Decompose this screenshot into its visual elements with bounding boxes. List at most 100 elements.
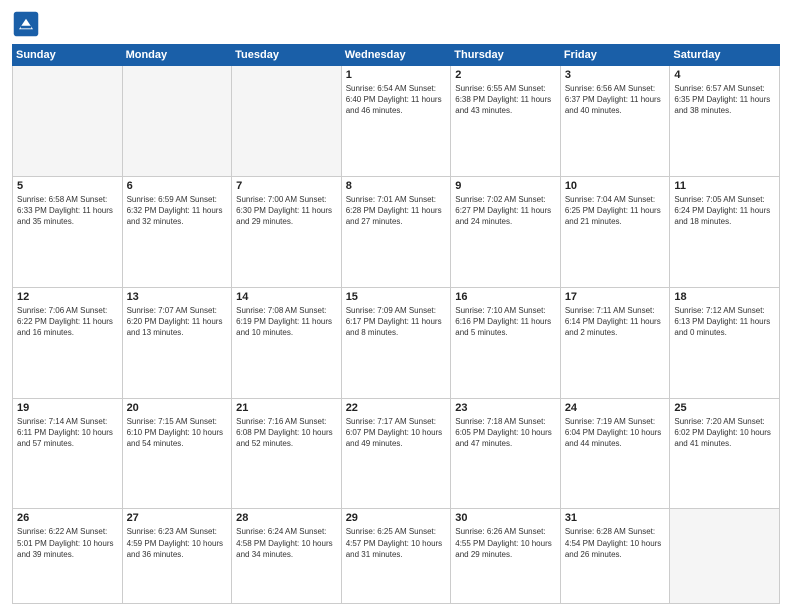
- day-number: 5: [17, 180, 118, 192]
- day-number: 12: [17, 291, 118, 303]
- day-info: Sunrise: 7:16 AM Sunset: 6:08 PM Dayligh…: [236, 416, 337, 450]
- day-info: Sunrise: 7:07 AM Sunset: 6:20 PM Dayligh…: [127, 305, 228, 339]
- day-cell-23: 23 Sunrise: 7:18 AM Sunset: 6:05 PM Dayli…: [451, 398, 561, 509]
- day-number: 14: [236, 291, 337, 303]
- day-number: 24: [565, 402, 666, 414]
- day-cell-7: 7 Sunrise: 7:00 AM Sunset: 6:30 PM Daylig…: [232, 176, 342, 287]
- day-cell-9: 9Sunrise: 7:02 AM Sunset: 6:27 PM Daylig…: [451, 176, 561, 287]
- day-number: 7: [236, 180, 337, 192]
- day-cell-25: 25 Sunrise: 7:20 AM Sunset: 6:02 PM Dayli…: [670, 398, 780, 509]
- day-cell-11: 11 Sunrise: 7:05 AM Sunset: 6:24 PM Dayli…: [670, 176, 780, 287]
- day-number: 27: [127, 512, 228, 524]
- day-info: Sunrise: 6:28 AM Sunset: 4:54 PM Dayligh…: [565, 526, 666, 560]
- week-row-4: 19 Sunrise: 7:14 AM Sunset: 6:11 PM Dayli…: [13, 398, 780, 509]
- day-cell-13: 13 Sunrise: 7:07 AM Sunset: 6:20 PM Dayli…: [122, 287, 232, 398]
- day-number: 25: [674, 402, 775, 414]
- day-cell-24: 24 Sunrise: 7:19 AM Sunset: 6:04 PM Dayli…: [560, 398, 670, 509]
- day-info: Sunrise: 7:19 AM Sunset: 6:04 PM Dayligh…: [565, 416, 666, 450]
- day-number: 16: [455, 291, 556, 303]
- day-info: Sunrise: 6:59 AM Sunset: 6:32 PM Dayligh…: [127, 194, 228, 228]
- day-number: 4: [674, 69, 775, 81]
- day-info: Sunrise: 6:22 AM Sunset: 5:01 PM Dayligh…: [17, 526, 118, 560]
- day-info: Sunrise: 7:14 AM Sunset: 6:11 PM Dayligh…: [17, 416, 118, 450]
- day-info: Sunrise: 6:58 AM Sunset: 6:33 PM Dayligh…: [17, 194, 118, 228]
- day-cell-empty-4-6: [670, 509, 780, 604]
- day-cell-22: 22 Sunrise: 7:17 AM Sunset: 6:07 PM Dayli…: [341, 398, 451, 509]
- day-cell-20: 20 Sunrise: 7:15 AM Sunset: 6:10 PM Dayli…: [122, 398, 232, 509]
- day-info: Sunrise: 7:08 AM Sunset: 6:19 PM Dayligh…: [236, 305, 337, 339]
- day-info: Sunrise: 7:09 AM Sunset: 6:17 PM Dayligh…: [346, 305, 447, 339]
- day-number: 18: [674, 291, 775, 303]
- weekday-header-monday: Monday: [122, 45, 232, 66]
- day-info: Sunrise: 7:01 AM Sunset: 6:28 PM Dayligh…: [346, 194, 447, 228]
- day-info: Sunrise: 6:54 AM Sunset: 6:40 PM Dayligh…: [346, 83, 447, 117]
- week-row-2: 5 Sunrise: 6:58 AM Sunset: 6:33 PM Daylig…: [13, 176, 780, 287]
- page: SundayMondayTuesdayWednesdayThursdayFrid…: [0, 0, 792, 612]
- day-cell-21: 21 Sunrise: 7:16 AM Sunset: 6:08 PM Dayli…: [232, 398, 342, 509]
- day-cell-6: 6 Sunrise: 6:59 AM Sunset: 6:32 PM Daylig…: [122, 176, 232, 287]
- day-cell-4: 4 Sunrise: 6:57 AM Sunset: 6:35 PM Daylig…: [670, 66, 780, 177]
- day-cell-28: 28 Sunrise: 6:24 AM Sunset: 4:58 PM Dayli…: [232, 509, 342, 604]
- day-info: Sunrise: 6:25 AM Sunset: 4:57 PM Dayligh…: [346, 526, 447, 560]
- day-number: 2: [455, 69, 556, 81]
- day-info: Sunrise: 6:57 AM Sunset: 6:35 PM Dayligh…: [674, 83, 775, 117]
- day-number: 6: [127, 180, 228, 192]
- day-cell-5: 5 Sunrise: 6:58 AM Sunset: 6:33 PM Daylig…: [13, 176, 123, 287]
- weekday-header-friday: Friday: [560, 45, 670, 66]
- day-number: 22: [346, 402, 447, 414]
- day-cell-1: 1 Sunrise: 6:54 AM Sunset: 6:40 PM Daylig…: [341, 66, 451, 177]
- day-cell-26: 26 Sunrise: 6:22 AM Sunset: 5:01 PM Dayli…: [13, 509, 123, 604]
- day-number: 15: [346, 291, 447, 303]
- day-number: 13: [127, 291, 228, 303]
- day-number: 20: [127, 402, 228, 414]
- weekday-header-thursday: Thursday: [451, 45, 561, 66]
- weekday-header-wednesday: Wednesday: [341, 45, 451, 66]
- weekday-header-row: SundayMondayTuesdayWednesdayThursdayFrid…: [13, 45, 780, 66]
- day-number: 23: [455, 402, 556, 414]
- day-cell-10: 10Sunrise: 7:04 AM Sunset: 6:25 PM Dayli…: [560, 176, 670, 287]
- day-info: Sunrise: 7:20 AM Sunset: 6:02 PM Dayligh…: [674, 416, 775, 450]
- weekday-header-tuesday: Tuesday: [232, 45, 342, 66]
- day-number: 21: [236, 402, 337, 414]
- day-cell-2: 2 Sunrise: 6:55 AM Sunset: 6:38 PM Daylig…: [451, 66, 561, 177]
- day-cell-empty-0-1: [122, 66, 232, 177]
- header: [12, 10, 780, 38]
- day-cell-19: 19 Sunrise: 7:14 AM Sunset: 6:11 PM Dayli…: [13, 398, 123, 509]
- day-cell-empty-0-0: [13, 66, 123, 177]
- day-info: Sunrise: 7:17 AM Sunset: 6:07 PM Dayligh…: [346, 416, 447, 450]
- day-info: Sunrise: 7:11 AM Sunset: 6:14 PM Dayligh…: [565, 305, 666, 339]
- day-info: Sunrise: 7:05 AM Sunset: 6:24 PM Dayligh…: [674, 194, 775, 228]
- logo-icon: [12, 10, 40, 38]
- day-info: Sunrise: 7:15 AM Sunset: 6:10 PM Dayligh…: [127, 416, 228, 450]
- day-info: Sunrise: 6:23 AM Sunset: 4:59 PM Dayligh…: [127, 526, 228, 560]
- day-info: Sunrise: 7:12 AM Sunset: 6:13 PM Dayligh…: [674, 305, 775, 339]
- day-number: 28: [236, 512, 337, 524]
- day-number: 10: [565, 180, 666, 192]
- day-cell-29: 29Sunrise: 6:25 AM Sunset: 4:57 PM Dayli…: [341, 509, 451, 604]
- day-cell-27: 27 Sunrise: 6:23 AM Sunset: 4:59 PM Dayli…: [122, 509, 232, 604]
- day-number: 17: [565, 291, 666, 303]
- week-row-3: 12Sunrise: 7:06 AM Sunset: 6:22 PM Dayli…: [13, 287, 780, 398]
- day-info: Sunrise: 7:10 AM Sunset: 6:16 PM Dayligh…: [455, 305, 556, 339]
- day-cell-16: 16 Sunrise: 7:10 AM Sunset: 6:16 PM Dayli…: [451, 287, 561, 398]
- day-number: 11: [674, 180, 775, 192]
- day-cell-14: 14 Sunrise: 7:08 AM Sunset: 6:19 PM Dayli…: [232, 287, 342, 398]
- day-info: Sunrise: 7:18 AM Sunset: 6:05 PM Dayligh…: [455, 416, 556, 450]
- day-number: 9: [455, 180, 556, 192]
- day-number: 26: [17, 512, 118, 524]
- day-cell-8: 8Sunrise: 7:01 AM Sunset: 6:28 PM Daylig…: [341, 176, 451, 287]
- day-cell-18: 18 Sunrise: 7:12 AM Sunset: 6:13 PM Dayli…: [670, 287, 780, 398]
- logo: [12, 10, 44, 38]
- calendar-table: SundayMondayTuesdayWednesdayThursdayFrid…: [12, 44, 780, 604]
- day-info: Sunrise: 7:00 AM Sunset: 6:30 PM Dayligh…: [236, 194, 337, 228]
- day-number: 3: [565, 69, 666, 81]
- day-info: Sunrise: 6:26 AM Sunset: 4:55 PM Dayligh…: [455, 526, 556, 560]
- day-cell-3: 3Sunrise: 6:56 AM Sunset: 6:37 PM Daylig…: [560, 66, 670, 177]
- day-number: 1: [346, 69, 447, 81]
- day-info: Sunrise: 6:55 AM Sunset: 6:38 PM Dayligh…: [455, 83, 556, 117]
- day-cell-empty-0-2: [232, 66, 342, 177]
- day-cell-30: 30Sunrise: 6:26 AM Sunset: 4:55 PM Dayli…: [451, 509, 561, 604]
- week-row-1: 1 Sunrise: 6:54 AM Sunset: 6:40 PM Daylig…: [13, 66, 780, 177]
- day-info: Sunrise: 6:24 AM Sunset: 4:58 PM Dayligh…: [236, 526, 337, 560]
- day-number: 19: [17, 402, 118, 414]
